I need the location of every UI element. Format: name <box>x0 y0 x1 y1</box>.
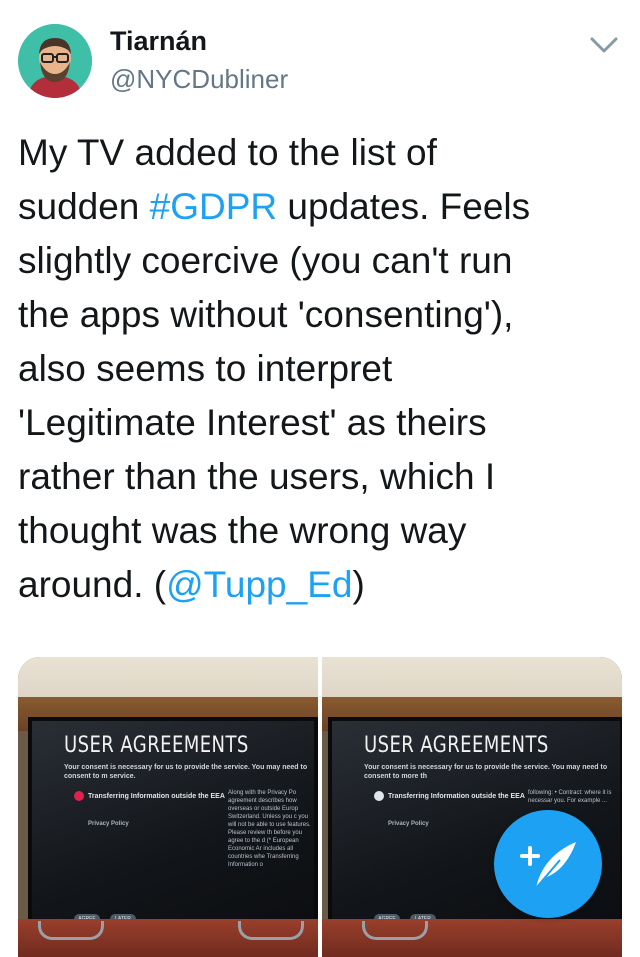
avatar-illustration <box>18 24 92 98</box>
user-handle[interactable]: @NYCDubliner <box>110 64 288 95</box>
tweet-line: also seems to interpret <box>18 342 618 396</box>
compose-tweet-icon <box>520 842 576 889</box>
tweet-line: around. (@Tupp_Ed) <box>18 558 618 612</box>
tweet-text-segment: 'Legitimate Interest' as theirs <box>18 402 487 443</box>
tv-agreement-item: Transferring Information outside the EEA <box>74 791 225 801</box>
tv-agreement-item: Transferring Information outside the EEA <box>374 791 525 801</box>
tweet-text-segment: sudden <box>18 186 150 227</box>
tweet-line: sudden #GDPR updates. Feels <box>18 180 618 234</box>
tv-stand <box>238 921 304 940</box>
tv-privacy-policy: Privacy Policy <box>388 821 429 827</box>
tweet-text-segment: around. ( <box>18 564 167 605</box>
tweet-text-segment: ) <box>352 564 365 605</box>
tweet-line: thought was the wrong way <box>18 504 618 558</box>
tv-screen: USER AGREEMENTS Your consent is necessar… <box>28 717 318 927</box>
tweet-text: My TV added to the list of sudden #GDPR … <box>18 126 618 612</box>
tv-privacy-policy: Privacy Policy <box>88 821 129 827</box>
hashtag-link[interactable]: #GDPR <box>150 186 277 227</box>
tv-agreement-item-label: Transferring Information outside the EEA <box>388 792 525 800</box>
mention-link[interactable]: @Tupp_Ed <box>166 564 352 605</box>
tv-side-text: Along with the Privacy Po agreement desc… <box>228 790 311 868</box>
tweet-text-segment: the apps without 'consenting'), <box>18 294 514 335</box>
tv-stand <box>362 921 428 940</box>
tweet-line: the apps without 'consenting'), <box>18 288 618 342</box>
user-name[interactable]: Tiarnán <box>110 26 207 57</box>
tweet-line: 'Legitimate Interest' as theirs <box>18 396 618 450</box>
tv-screen-title: USER AGREEMENTS <box>364 733 549 758</box>
radio-icon <box>374 791 384 801</box>
tweet-text-segment: also seems to interpret <box>18 348 393 389</box>
tweet-line: slightly coercive (you can't run <box>18 234 618 288</box>
tv-screen-title: USER AGREEMENTS <box>64 733 249 758</box>
tweet-line: My TV added to the list of <box>18 126 618 180</box>
chevron-down-icon[interactable] <box>586 30 622 60</box>
tv-consent-text: Your consent is necessary for us to prov… <box>364 764 608 780</box>
tweet-photo-left[interactable]: USER AGREEMENTS Your consent is necessar… <box>18 657 318 957</box>
tweet-text-segment: My TV added to the list of <box>18 132 437 173</box>
tv-side-text: following: • Contract: where it is neces… <box>528 790 612 804</box>
tv-stand <box>38 921 104 940</box>
tweet-photo-right[interactable]: USER AGREEMENTS Your consent is necessar… <box>322 657 622 957</box>
avatar[interactable] <box>18 24 92 98</box>
tv-agreement-item-label: Transferring Information outside the EEA <box>88 792 225 800</box>
compose-tweet-button[interactable] <box>494 810 602 918</box>
tv-consent-text: Your consent is necessary for us to prov… <box>64 764 308 780</box>
tweet-text-segment: slightly coercive (you can't run <box>18 240 513 281</box>
check-icon <box>74 791 84 801</box>
tweet-text-segment: thought was the wrong way <box>18 510 467 551</box>
tweet-text-segment: rather than the users, which I <box>18 456 496 497</box>
tweet-text-segment: updates. Feels <box>277 186 531 227</box>
tweet-line: rather than the users, which I <box>18 450 618 504</box>
